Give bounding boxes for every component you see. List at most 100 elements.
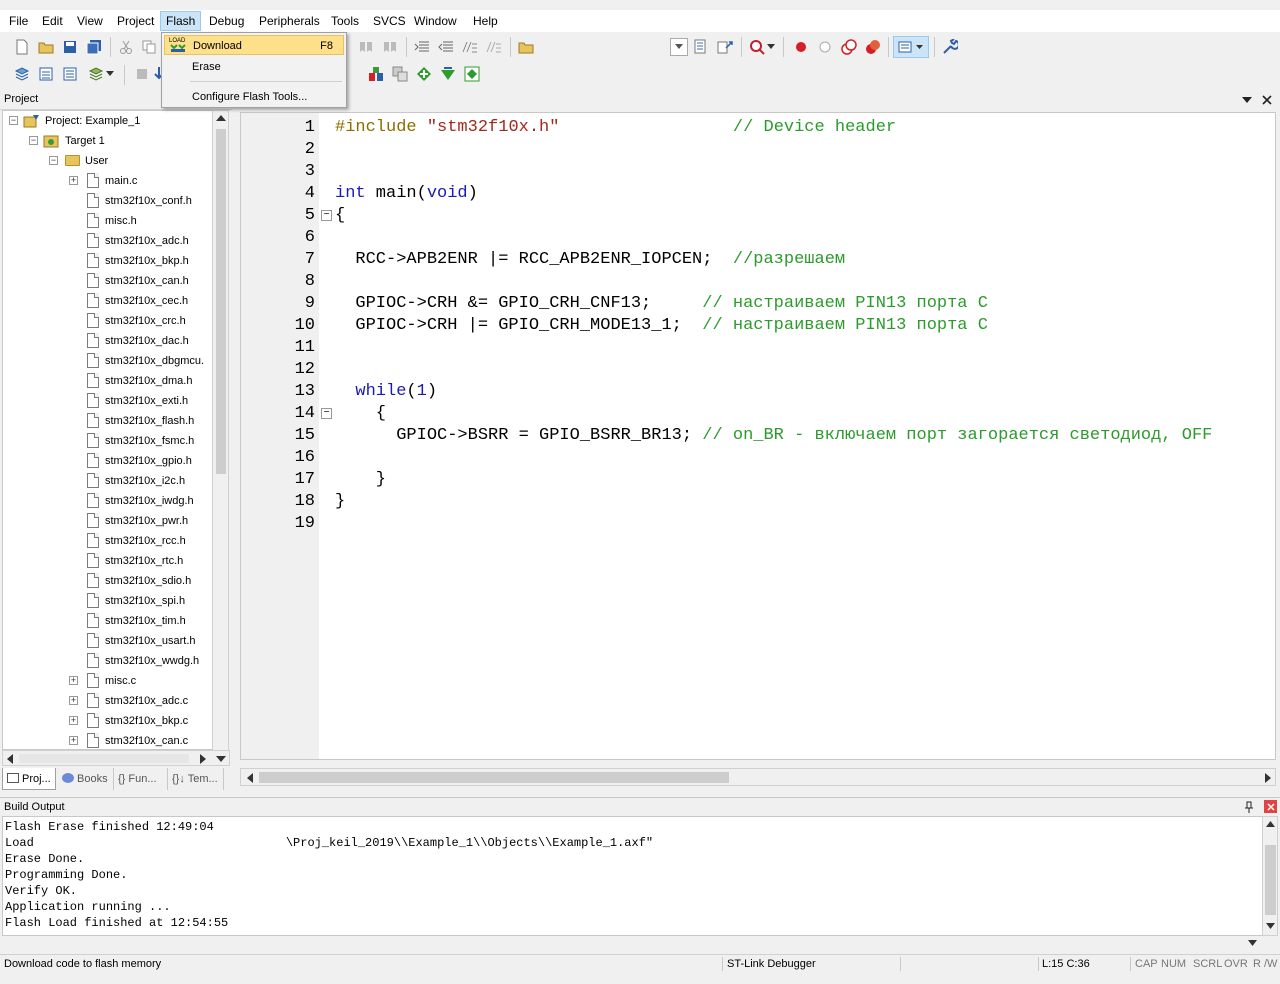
open-file-icon[interactable] bbox=[37, 38, 55, 56]
code-line[interactable]: 15 GPIOC->BSRR = GPIO_BSRR_BR13; // on_B… bbox=[241, 425, 1275, 447]
scroll-down-icon[interactable] bbox=[1248, 940, 1257, 946]
find-icon[interactable] bbox=[692, 38, 710, 56]
scroll-left-icon[interactable] bbox=[7, 754, 13, 764]
project-hscroll-thumb[interactable] bbox=[19, 754, 189, 763]
code-editor[interactable]: 1 #include "stm32f10x.h" // Device header… bbox=[240, 112, 1276, 760]
code-line[interactable]: 11 bbox=[241, 337, 1275, 359]
chevron-down-icon[interactable] bbox=[766, 38, 776, 56]
code-line[interactable]: 9 GPIOC->CRH &= GPIO_CRH_CNF13; // настр… bbox=[241, 293, 1275, 315]
breakpoint-insert-icon[interactable] bbox=[792, 38, 810, 56]
expand-icon[interactable]: + bbox=[69, 176, 78, 185]
code-line[interactable]: 7 RCC->APB2ENR |= RCC_APB2ENR_IOPCEN; //… bbox=[241, 249, 1275, 271]
save-all-icon[interactable] bbox=[85, 38, 103, 56]
code-line[interactable]: 4 int main(void) bbox=[241, 183, 1275, 205]
expand-icon[interactable]: + bbox=[69, 736, 78, 745]
run-time-environment-icon[interactable] bbox=[463, 65, 481, 83]
chevron-down-icon[interactable] bbox=[105, 65, 115, 83]
code-line[interactable]: 3 bbox=[241, 161, 1275, 183]
scroll-up-icon[interactable] bbox=[216, 115, 226, 121]
code-line[interactable]: 19 bbox=[241, 513, 1275, 535]
project-scroll-thumb[interactable] bbox=[216, 129, 226, 474]
close-icon[interactable] bbox=[1262, 95, 1272, 105]
unindent-icon[interactable] bbox=[437, 38, 455, 56]
new-file-icon[interactable] bbox=[13, 38, 31, 56]
copy-icon[interactable] bbox=[140, 38, 158, 56]
fold-toggle-icon[interactable]: − bbox=[321, 210, 332, 221]
menu-file[interactable]: File bbox=[4, 11, 33, 31]
stop-build-icon[interactable] bbox=[133, 65, 151, 83]
menu-flash[interactable]: Flash bbox=[160, 11, 202, 31]
code-line[interactable]: 10 GPIOC->CRH |= GPIO_CRH_MODE13_1; // н… bbox=[241, 315, 1275, 337]
tab-templates[interactable]: {}↓ Tem... bbox=[168, 768, 224, 790]
breakpoint-disable-icon[interactable] bbox=[816, 38, 834, 56]
pin-icon[interactable] bbox=[1244, 801, 1254, 813]
project-hscrollbar[interactable] bbox=[2, 750, 230, 766]
scroll-right-icon[interactable] bbox=[1265, 773, 1271, 783]
menu-project[interactable]: Project bbox=[112, 11, 159, 31]
configure-icon[interactable] bbox=[941, 38, 959, 56]
tab-list-dropdown-icon[interactable] bbox=[1242, 97, 1252, 103]
editor-hscroll-thumb[interactable] bbox=[259, 772, 729, 783]
code-line[interactable]: 1 #include "stm32f10x.h" // Device header bbox=[241, 117, 1275, 139]
menu-item-configure-flash-tools[interactable]: Configure Flash Tools... bbox=[164, 87, 344, 107]
comment-icon[interactable] bbox=[461, 38, 479, 56]
build-hscrollbar[interactable] bbox=[2, 936, 1264, 952]
window-layout-button[interactable] bbox=[893, 36, 929, 58]
scroll-right-icon[interactable] bbox=[200, 754, 206, 764]
close-icon[interactable] bbox=[1264, 800, 1277, 813]
collapse-icon[interactable]: − bbox=[29, 136, 38, 145]
rebuild-icon[interactable] bbox=[61, 65, 79, 83]
build-scroll-thumb[interactable] bbox=[1265, 845, 1276, 915]
breakpoint-kill-all-icon[interactable] bbox=[864, 38, 882, 56]
select-packs-icon[interactable] bbox=[391, 65, 409, 83]
menu-peripherals[interactable]: Peripherals bbox=[254, 11, 325, 31]
bookmark-next-icon[interactable] bbox=[357, 38, 375, 56]
menu-view[interactable]: View bbox=[72, 11, 108, 31]
find-in-files-icon[interactable] bbox=[517, 38, 535, 56]
code-line[interactable]: 2 bbox=[241, 139, 1275, 161]
translate-icon[interactable] bbox=[13, 65, 31, 83]
code-line[interactable]: 16 bbox=[241, 447, 1275, 469]
options-for-target-icon[interactable] bbox=[367, 65, 385, 83]
collapse-icon[interactable]: − bbox=[49, 156, 58, 165]
code-line[interactable]: 14− { bbox=[241, 403, 1275, 425]
collapse-icon[interactable]: − bbox=[9, 116, 18, 125]
menu-edit[interactable]: Edit bbox=[37, 11, 68, 31]
code-line[interactable]: 13 while(1) bbox=[241, 381, 1275, 403]
expand-icon[interactable]: + bbox=[69, 716, 78, 725]
code-line[interactable]: 12 bbox=[241, 359, 1275, 381]
fold-toggle-icon[interactable]: − bbox=[321, 408, 332, 419]
menu-debug[interactable]: Debug bbox=[204, 11, 249, 31]
menu-item-erase[interactable]: Erase bbox=[164, 57, 344, 77]
incremental-find-icon[interactable] bbox=[716, 38, 734, 56]
scroll-up-icon[interactable] bbox=[1266, 821, 1275, 827]
scroll-left-icon[interactable] bbox=[247, 773, 253, 783]
cut-icon[interactable] bbox=[117, 38, 135, 56]
menu-svcs[interactable]: SVCS bbox=[368, 11, 411, 31]
project-vscrollbar[interactable] bbox=[212, 110, 229, 752]
scroll-down-icon[interactable] bbox=[1266, 923, 1275, 929]
code-line[interactable]: 6 bbox=[241, 227, 1275, 249]
expand-icon[interactable]: + bbox=[69, 676, 78, 685]
scroll-down-icon[interactable] bbox=[216, 756, 226, 762]
menu-item-download[interactable]: LOAD Download F8 bbox=[164, 35, 344, 55]
bookmark-clear-icon[interactable] bbox=[381, 38, 399, 56]
build-vscrollbar[interactable] bbox=[1262, 816, 1278, 936]
uncomment-icon[interactable] bbox=[485, 38, 503, 56]
manage-components-icon[interactable] bbox=[415, 65, 433, 83]
menu-tools[interactable]: Tools bbox=[326, 11, 364, 31]
code-line[interactable]: 17 } bbox=[241, 469, 1275, 491]
menu-window[interactable]: Window bbox=[409, 11, 462, 31]
pack-installer-icon[interactable] bbox=[439, 65, 457, 83]
expand-icon[interactable]: + bbox=[69, 696, 78, 705]
code-line[interactable]: 8 bbox=[241, 271, 1275, 293]
save-icon[interactable] bbox=[61, 38, 79, 56]
build-output-text[interactable]: Flash Erase finished 12:49:04 Load \Proj_… bbox=[2, 816, 1264, 936]
code-line[interactable]: 18} bbox=[241, 491, 1275, 513]
find-combo-dropdown[interactable] bbox=[670, 38, 688, 56]
build-icon[interactable] bbox=[37, 65, 55, 83]
breakpoint-disable-all-icon[interactable] bbox=[840, 38, 858, 56]
menu-help[interactable]: Help bbox=[468, 11, 503, 31]
tab-functions[interactable]: {} Fun... bbox=[114, 768, 168, 790]
debug-session-icon[interactable] bbox=[748, 38, 766, 56]
